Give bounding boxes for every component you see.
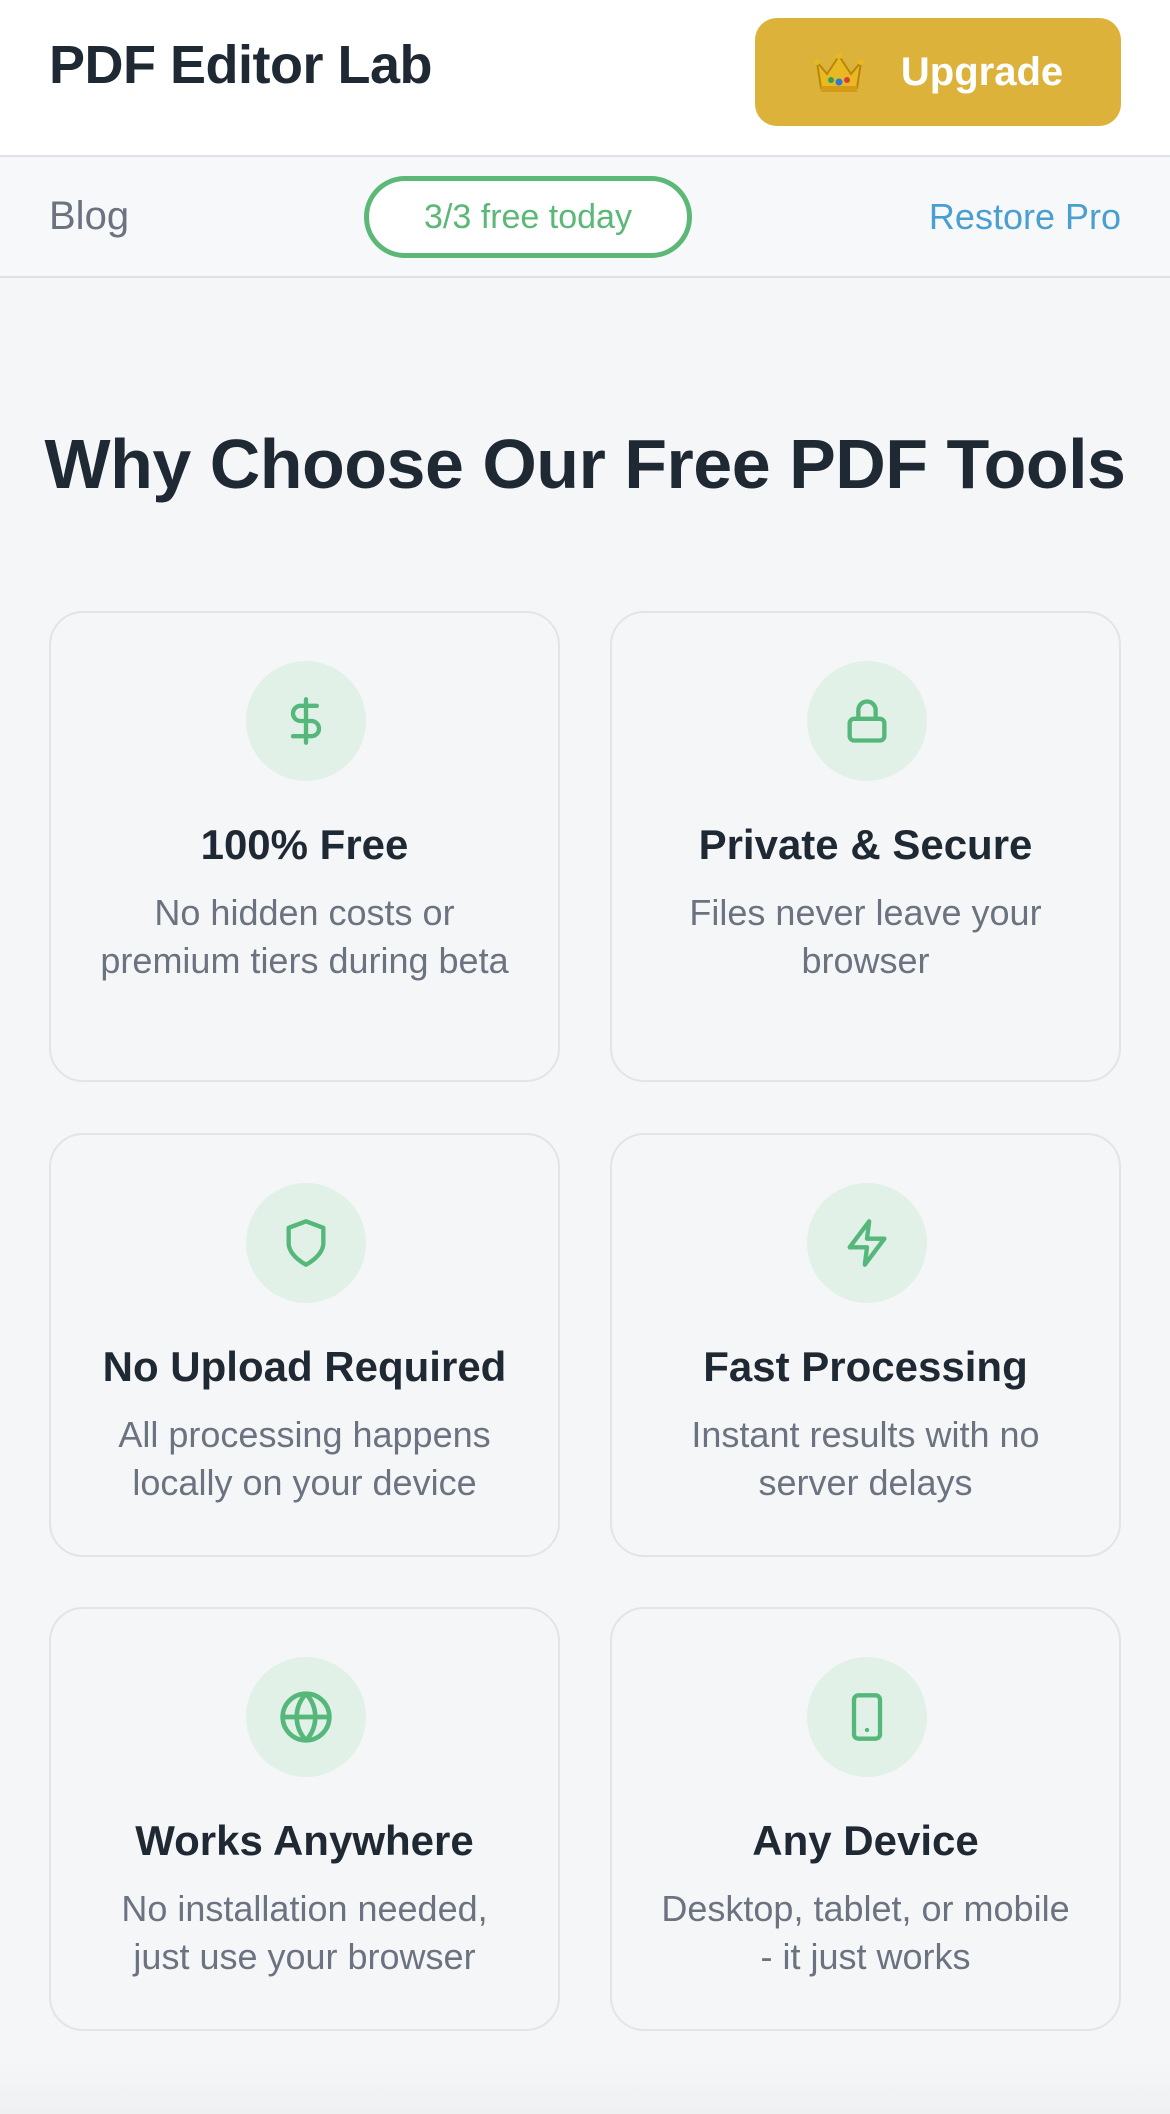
upgrade-label: Upgrade [900, 49, 1064, 94]
globe-icon [246, 1657, 366, 1777]
feature-title: No Upload Required [102, 1343, 507, 1390]
feature-card-free: 100% Free No hidden costs or premium tie… [49, 611, 560, 1082]
upgrade-button[interactable]: Upgrade [755, 18, 1121, 126]
sub-navigation: Blog 3/3 free today Restore Pro [0, 158, 1170, 278]
feature-card-fast: Fast Processing Instant results with no … [610, 1133, 1121, 1557]
feature-description: Files never leave your browser [689, 892, 1042, 981]
feature-title: Works Anywhere [135, 1817, 474, 1864]
feature-card-secure: Private & Secure Files never leave your … [610, 611, 1121, 1082]
blog-link[interactable]: Blog [49, 194, 129, 239]
feature-title: Private & Secure [698, 821, 1033, 868]
feature-card-any-device: Any Device Desktop, tablet, or mobile - … [610, 1607, 1121, 2031]
feature-card-no-upload: No Upload Required All processing happen… [49, 1133, 560, 1557]
feature-description: No hidden costs or premium tiers during … [100, 892, 509, 981]
feature-description: All processing happens locally on your d… [118, 1414, 491, 1503]
restore-pro-link[interactable]: Restore Pro [929, 196, 1121, 238]
lock-icon [807, 661, 927, 781]
feature-description: No installation needed, just use your br… [121, 1888, 488, 1977]
feature-description: Desktop, tablet, or mobile - it just wor… [661, 1888, 1070, 1977]
feature-title: 100% Free [200, 821, 409, 868]
dollar-icon [246, 661, 366, 781]
crown-icon [813, 50, 865, 94]
lightning-icon [807, 1183, 927, 1303]
shield-icon [246, 1183, 366, 1303]
top-header: PDF Editor Lab Upgrade [0, 0, 1170, 157]
mobile-device-icon [807, 1657, 927, 1777]
feature-title: Any Device [752, 1817, 979, 1864]
free-usage-badge: 3/3 free today [364, 176, 692, 258]
feature-card-anywhere: Works Anywhere No installation needed, j… [49, 1607, 560, 2031]
feature-title: Fast Processing [703, 1343, 1028, 1390]
section-title: Why Choose Our Free PDF Tools [44, 425, 1126, 503]
page-bottom-edge [0, 2060, 1170, 2114]
feature-description: Instant results with no server delays [691, 1414, 1040, 1503]
app-title: PDF Editor Lab [49, 35, 433, 95]
